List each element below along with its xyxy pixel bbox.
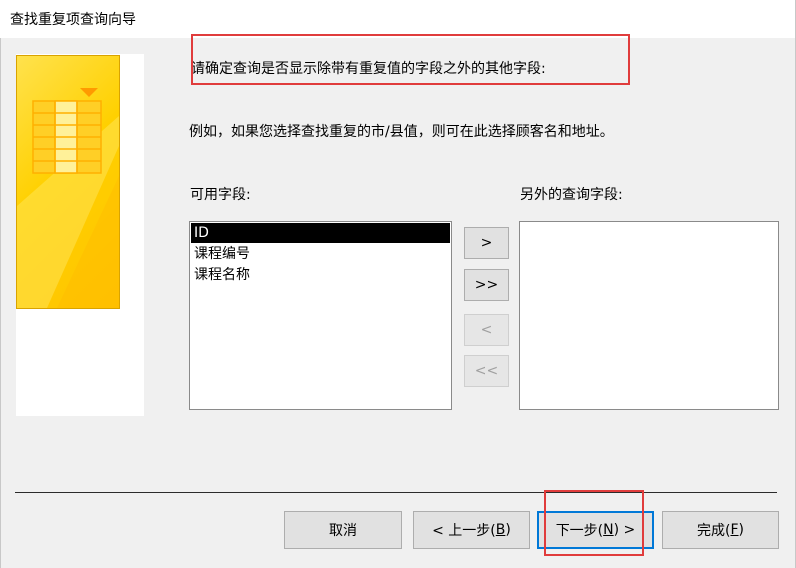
finish-button-label-suffix: ) [738,522,744,538]
next-button-label-prefix: 下一步( [555,523,604,539]
footer-separator [15,492,777,493]
remove-all-fields-button[interactable]: << [464,355,509,387]
cancel-button-label: 取消 [329,523,357,539]
window-border [0,38,1,568]
extra-fields-listbox[interactable] [519,221,779,410]
finish-button-access-key: F [730,522,739,538]
back-button-label-prefix: < 上一步( [432,523,496,539]
back-button-access-key: B [495,522,506,538]
list-item[interactable]: ID [191,223,450,243]
finish-button-label-prefix: 完成( [697,523,731,539]
next-button-label-suffix: ) > [613,522,636,538]
extra-fields-label: 另外的查询字段: [520,187,623,203]
finish-button[interactable]: 完成(F) [662,511,779,549]
back-button-label-suffix: ) [505,522,511,538]
next-button[interactable]: 下一步(N) > [537,511,654,549]
remove-field-button[interactable]: < [464,314,509,346]
window-title: 查找重复项查询向导 [10,12,136,28]
add-field-button[interactable]: > [464,227,509,259]
instruction-prompt: 请确定查询是否显示除带有重复值的字段之外的其他字段: [191,61,546,77]
instruction-example: 例如，如果您选择查找重复的市/县值，则可在此选择顾客名和地址。 [189,124,614,140]
list-item[interactable]: 课程编号 [191,244,450,264]
available-fields-label: 可用字段: [190,187,251,203]
back-button[interactable]: < 上一步(B) [413,511,530,549]
list-item[interactable]: 课程名称 [191,265,450,285]
cancel-button[interactable]: 取消 [284,511,402,549]
add-all-fields-button[interactable]: >> [464,269,509,301]
table-grid-illustration [16,55,120,309]
available-fields-listbox[interactable]: ID 课程编号 课程名称 [189,221,452,410]
next-button-access-key: N [603,522,614,538]
